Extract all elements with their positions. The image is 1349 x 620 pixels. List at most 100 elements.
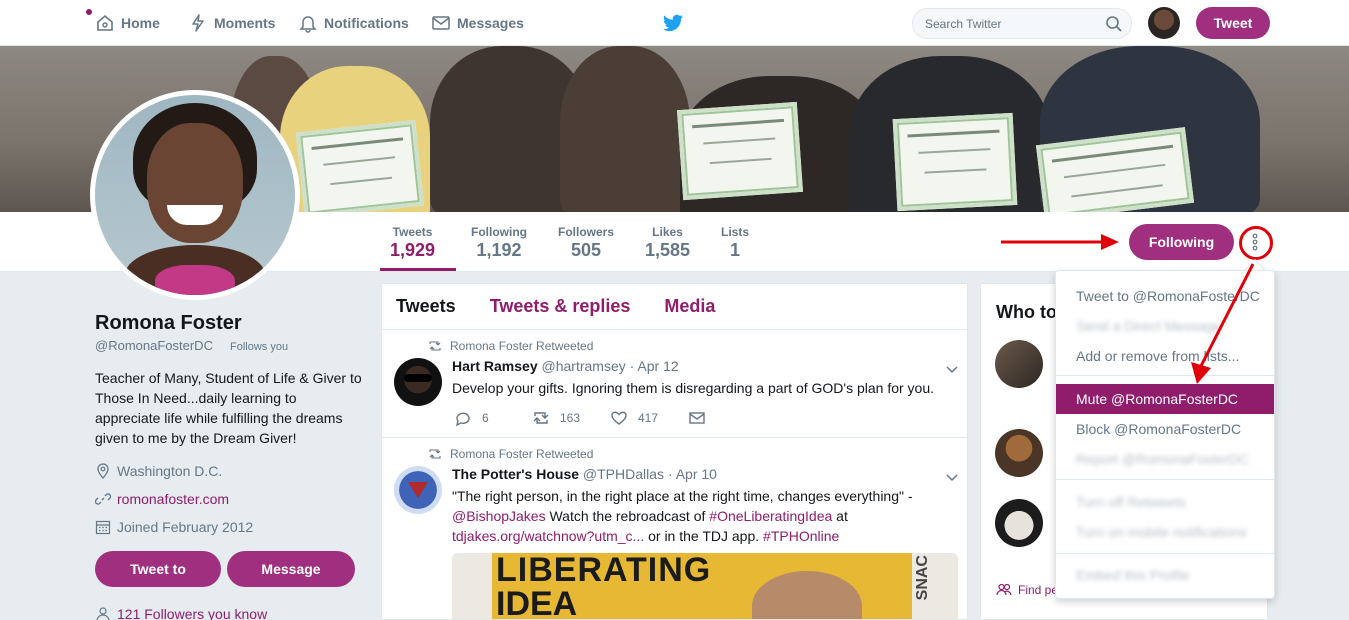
- stat-lists-label: Lists: [721, 225, 750, 239]
- tweet-to-button[interactable]: Tweet to: [95, 551, 221, 587]
- menu-divider: [1056, 553, 1274, 554]
- followers-you-know-link[interactable]: 121 Followers you know: [117, 606, 267, 620]
- nav-moments[interactable]: Moments: [188, 0, 275, 46]
- search-input[interactable]: [913, 9, 1093, 38]
- search-icon[interactable]: [1105, 15, 1123, 33]
- vertical-dots-icon: [1252, 233, 1258, 251]
- stat-lists-value: 1: [730, 240, 741, 260]
- profile-bio: Teacher of Many, Student of Life & Giver…: [95, 370, 362, 446]
- nav-home-label: Home: [121, 15, 160, 31]
- media-side-text: SNAC: [914, 555, 931, 601]
- tweet-media-image[interactable]: LIBERATING IDEA SNAC: [452, 553, 958, 619]
- tweet-text-part: or in the TDJ app.: [644, 528, 764, 544]
- stat-following[interactable]: Following 1,192: [471, 225, 527, 261]
- location-text: Washington D.C.: [117, 463, 223, 479]
- stat-tweets-label: Tweets: [392, 225, 433, 239]
- active-tab-underline: [380, 268, 456, 271]
- twitter-bird-icon[interactable]: [662, 12, 684, 34]
- menu-item-embed-profile[interactable]: Embed this Profile: [1056, 560, 1274, 590]
- suggested-user-avatar[interactable]: [995, 340, 1043, 388]
- profile-avatar[interactable]: [90, 90, 300, 300]
- like-action[interactable]: 417: [610, 409, 688, 427]
- chevron-down-icon[interactable]: [945, 362, 959, 376]
- tweet-item[interactable]: Romona Foster Retweeted Hart Ramsey @har…: [382, 330, 967, 438]
- followers-you-know[interactable]: 121 Followers you know: [95, 606, 267, 620]
- tweet-item[interactable]: Romona Foster Retweeted The Potter's Hou…: [382, 438, 967, 619]
- tweet-date[interactable]: · Apr 12: [630, 358, 679, 374]
- stat-likes[interactable]: Likes 1,585: [645, 225, 690, 261]
- calendar-icon: [95, 520, 111, 535]
- nav-home[interactable]: Home: [95, 0, 160, 46]
- profile-website[interactable]: romonafoster.com: [95, 491, 229, 507]
- profile-name[interactable]: Romona Foster: [95, 312, 242, 335]
- website-link[interactable]: romonafoster.com: [117, 491, 229, 507]
- lightning-icon: [192, 14, 204, 32]
- like-count: 417: [638, 411, 659, 425]
- follows-you-badge: Follows you: [226, 340, 293, 354]
- chevron-down-icon[interactable]: [945, 470, 959, 484]
- suggested-user-avatar[interactable]: [995, 499, 1043, 547]
- tweet-text: Develop your gifts. Ignoring them is dis…: [452, 380, 935, 396]
- stat-tweets[interactable]: Tweets 1,929: [390, 225, 435, 261]
- tweet-text-part: at: [832, 508, 848, 524]
- retweet-icon: [429, 449, 441, 459]
- tweet-text-part: "The right person, in the right place at…: [452, 488, 913, 504]
- more-options-button[interactable]: [1244, 231, 1266, 253]
- menu-item-report[interactable]: Report @RomonaFosterDC: [1056, 444, 1274, 474]
- retweet-context-text: Romona Foster Retweeted: [450, 339, 594, 353]
- menu-item-turn-off-retweets[interactable]: Turn off Retweets: [1056, 487, 1274, 517]
- stat-following-label: Following: [471, 225, 527, 239]
- joined-text: Joined February 2012: [117, 519, 254, 535]
- retweet-context: Romona Foster Retweeted: [428, 339, 593, 353]
- notification-dot: [86, 9, 92, 15]
- menu-item-mobile-notifications[interactable]: Turn on mobile notifications: [1056, 517, 1274, 547]
- menu-item-tweet-to[interactable]: Tweet to @RomonaFosterDC: [1056, 281, 1274, 311]
- menu-divider: [1056, 375, 1274, 376]
- retweet-action[interactable]: 163: [532, 409, 610, 427]
- stat-lists[interactable]: Lists 1: [721, 225, 749, 261]
- profile-location: Washington D.C.: [95, 463, 222, 479]
- bell-icon: [299, 16, 317, 33]
- person-icon: [96, 607, 110, 620]
- tweet-text-part: Watch the rebroadcast of: [545, 508, 710, 524]
- location-pin-icon: [97, 463, 109, 479]
- reply-action[interactable]: 6: [454, 409, 532, 427]
- message-button[interactable]: Message: [227, 551, 355, 587]
- tweet-author-avatar[interactable]: [394, 466, 442, 514]
- tab-media[interactable]: Media: [664, 296, 715, 317]
- tweet-author-handle[interactable]: @hartramsey: [542, 358, 626, 374]
- tweet-author-name[interactable]: Hart Ramsey: [452, 358, 538, 374]
- nav-notifications-label: Notifications: [324, 15, 409, 31]
- hashtag-link[interactable]: #TPHOnline: [763, 528, 839, 544]
- dm-action[interactable]: [688, 409, 766, 427]
- tweet-date[interactable]: · Apr 10: [668, 466, 717, 482]
- tab-tweets[interactable]: Tweets: [396, 296, 456, 317]
- menu-item-add-remove-lists[interactable]: Add or remove from lists...: [1056, 341, 1274, 371]
- stat-followers[interactable]: Followers 505: [558, 225, 614, 261]
- suggested-user-avatar[interactable]: [995, 429, 1043, 477]
- nav-messages[interactable]: Messages: [431, 0, 524, 46]
- profile-handle[interactable]: @RomonaFosterDC: [95, 338, 213, 353]
- hashtag-link[interactable]: #OneLiberatingIdea: [709, 508, 832, 524]
- menu-item-send-direct-message[interactable]: Send a Direct Message: [1056, 311, 1274, 341]
- tweet-author-avatar[interactable]: [394, 358, 442, 406]
- compose-tweet-button[interactable]: Tweet: [1196, 7, 1270, 39]
- nav-notifications[interactable]: Notifications: [298, 0, 409, 46]
- home-icon: [97, 14, 113, 31]
- following-button[interactable]: Following: [1129, 224, 1234, 260]
- profile-joined: Joined February 2012: [95, 519, 253, 535]
- find-people-link[interactable]: Find pe: [996, 582, 1058, 598]
- envelope-icon: [689, 412, 705, 424]
- mention-link[interactable]: @BishopJakes: [452, 508, 546, 524]
- heart-icon: [611, 411, 627, 425]
- menu-item-mute[interactable]: Mute @RomonaFosterDC: [1056, 384, 1274, 414]
- tweet-author-handle[interactable]: @TPHDallas: [583, 466, 664, 482]
- tweet-author-name[interactable]: The Potter's House: [452, 466, 579, 482]
- url-link[interactable]: tdjakes.org/watchnow?utm_c...: [452, 528, 644, 544]
- search-box[interactable]: [912, 8, 1132, 39]
- tab-tweets-and-replies[interactable]: Tweets & replies: [490, 296, 631, 317]
- stat-followers-label: Followers: [558, 225, 615, 239]
- account-avatar[interactable]: [1148, 7, 1180, 39]
- timeline: Tweets Tweets & replies Media Romona Fos…: [381, 283, 968, 620]
- menu-item-block[interactable]: Block @RomonaFosterDC: [1056, 414, 1274, 444]
